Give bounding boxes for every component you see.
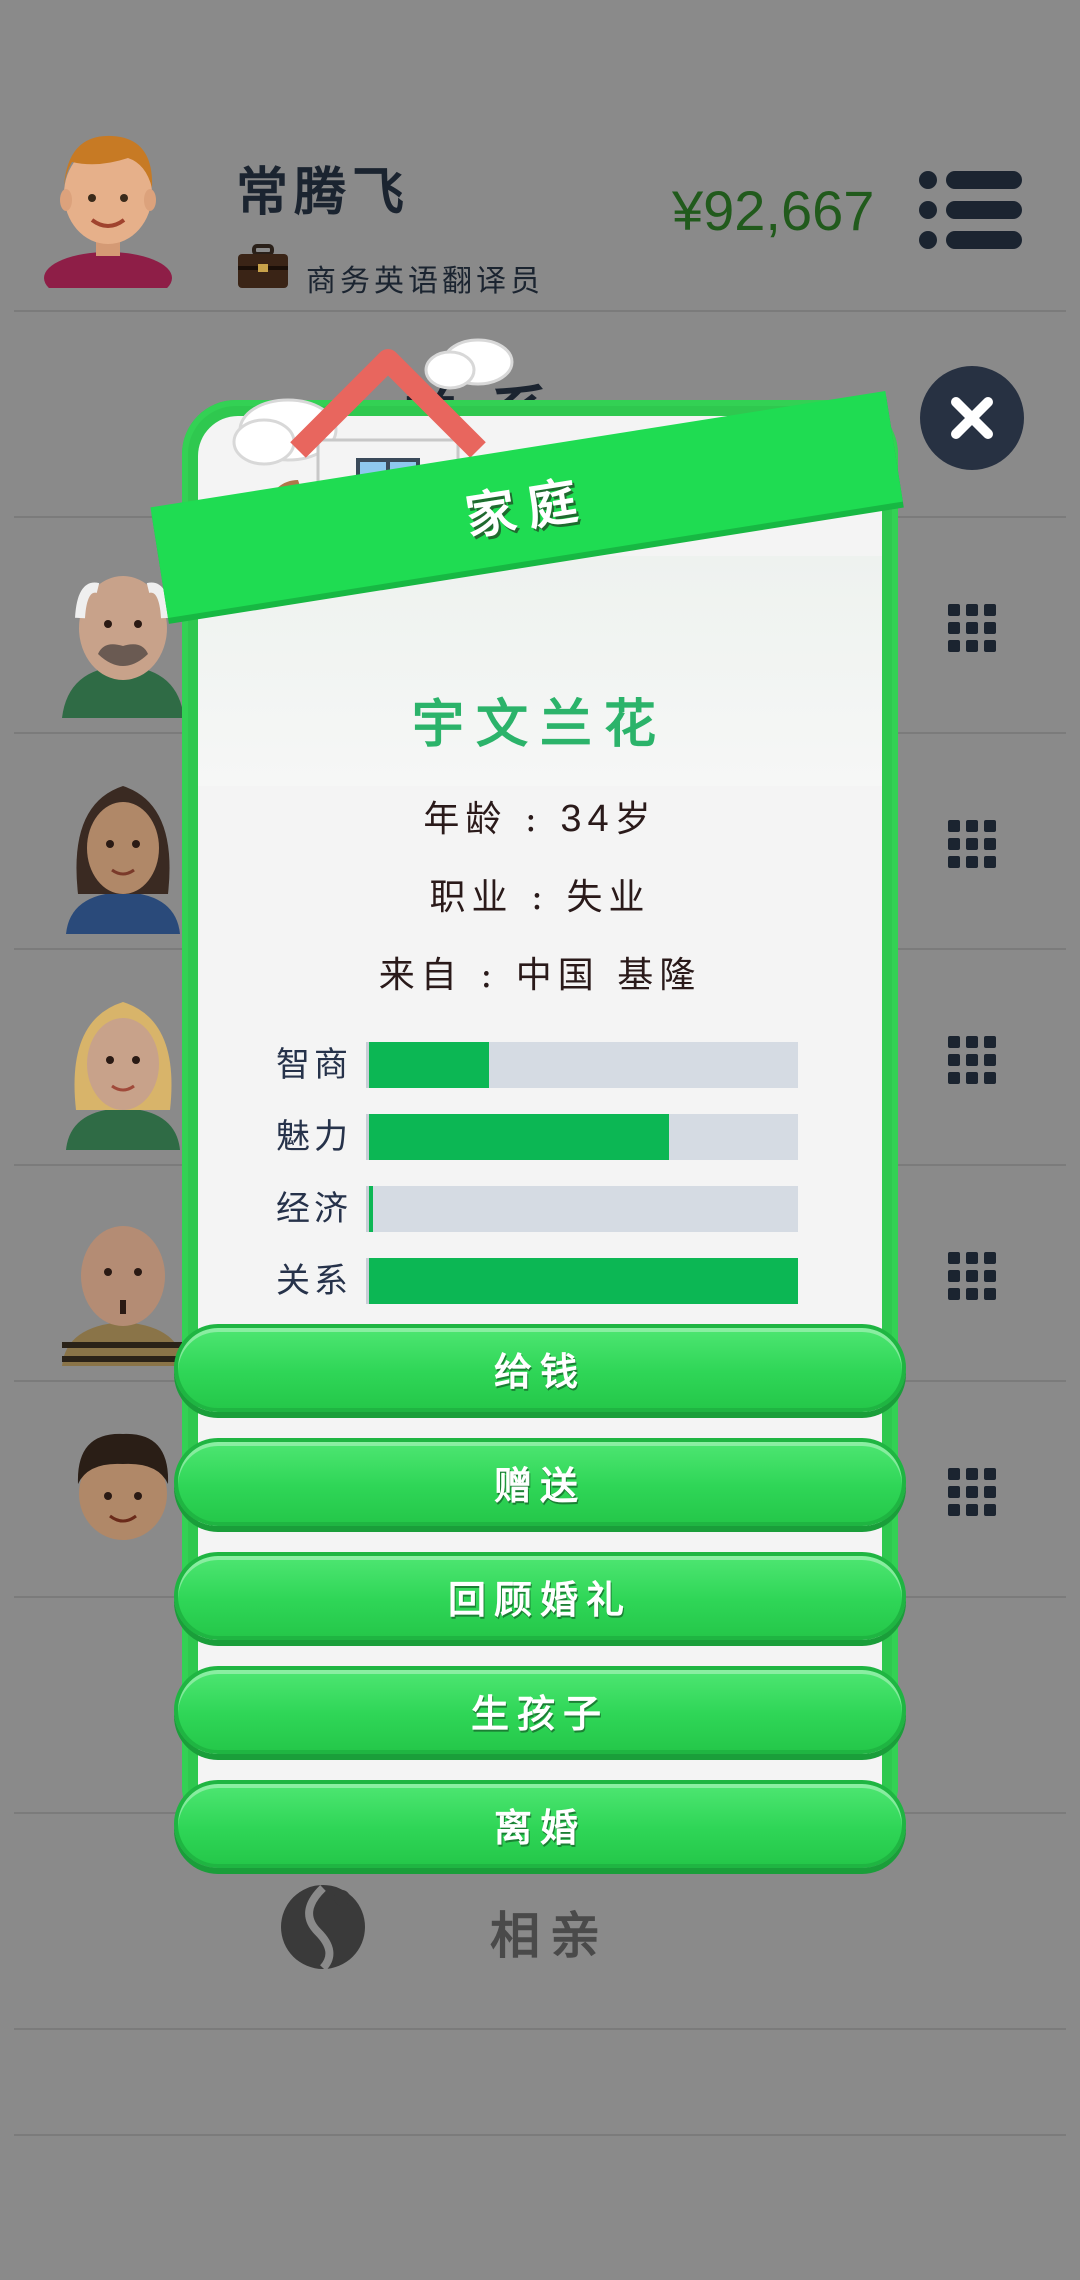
menu-list-icon[interactable] <box>918 170 1024 250</box>
stat-economy: 经济 <box>276 1186 800 1232</box>
stat-track <box>366 1114 798 1160</box>
child-avatar-icon <box>77 1433 169 1540</box>
grid-icon[interactable] <box>946 818 998 870</box>
job-title: 商务英语翻译员 <box>306 264 544 299</box>
stat-label: 智商 <box>276 1045 352 1085</box>
age-label: 年龄 <box>423 799 508 840</box>
separator: : <box>530 877 550 918</box>
grid-icon[interactable] <box>946 1034 998 1086</box>
have-child-button[interactable]: 生孩子 <box>174 1666 906 1754</box>
couple-silhouette-icon <box>281 1885 365 1971</box>
origin-line: 来自 : 中国 基隆 <box>182 946 898 998</box>
briefcase-icon <box>238 244 288 288</box>
stat-fill <box>369 1186 374 1232</box>
grid-icon[interactable] <box>946 1250 998 1302</box>
stat-track <box>366 1258 798 1304</box>
close-icon <box>951 397 993 439</box>
review-wedding-button[interactable]: 回顾婚礼 <box>174 1552 906 1640</box>
give-money-button[interactable]: 给钱 <box>174 1324 906 1412</box>
bald-man-avatar-icon <box>62 1226 184 1366</box>
grid-icon[interactable] <box>946 1466 998 1518</box>
job-value: 失业 <box>566 877 651 918</box>
spouse-name: 宇文兰花 <box>411 694 668 755</box>
blind-date-label: 相亲 <box>490 1906 610 1965</box>
close-button[interactable] <box>920 366 1024 470</box>
separator: : <box>480 955 499 996</box>
stat-charm: 魅力 <box>276 1114 800 1160</box>
woman-avatar-icon <box>66 786 180 934</box>
stat-relationship: 关系 <box>276 1258 800 1304</box>
divider <box>14 2028 1066 2030</box>
stat-iq: 智商 <box>276 1042 800 1088</box>
stat-fill <box>369 1114 670 1160</box>
job-line: 职业 : 失业 <box>182 868 898 920</box>
stat-label: 魅力 <box>276 1117 352 1157</box>
stat-label: 关系 <box>276 1261 352 1301</box>
money-balance: ¥92,667 <box>672 179 875 242</box>
divider <box>14 2134 1066 2136</box>
stat-label: 经济 <box>276 1189 352 1229</box>
job-label: 职业 <box>429 877 514 918</box>
gift-button[interactable]: 赠送 <box>174 1438 906 1526</box>
origin-value: 中国 基隆 <box>515 955 702 996</box>
player-header: 常腾飞 商务英语翻译员 ¥92,667 <box>0 0 1080 312</box>
stat-fill <box>369 1258 798 1304</box>
separator: : <box>524 799 543 840</box>
player-name: 常腾飞 <box>236 162 411 223</box>
origin-label: 来自 <box>378 955 463 996</box>
divorce-button[interactable]: 离婚 <box>174 1780 906 1868</box>
age-unit: 岁 <box>614 799 657 840</box>
stat-track <box>366 1042 798 1088</box>
blonde-woman-avatar-icon <box>66 1002 180 1150</box>
age-value: 34 <box>560 798 615 840</box>
divider <box>14 310 1066 312</box>
stat-track <box>366 1186 798 1232</box>
player-avatar-icon <box>44 135 172 288</box>
age-line: 年龄 : 34岁 <box>182 790 898 842</box>
grid-icon[interactable] <box>946 602 998 654</box>
stat-fill <box>369 1042 490 1088</box>
